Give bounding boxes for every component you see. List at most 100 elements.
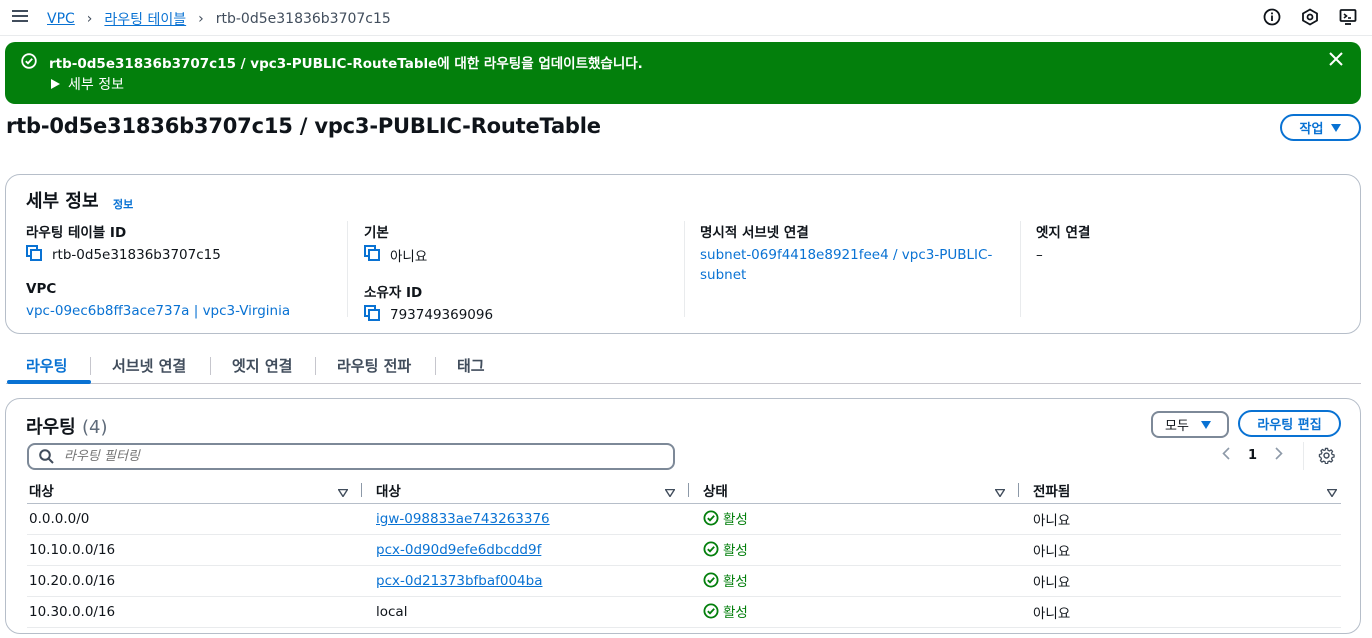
tab-edge-associations[interactable]: 엣지 연결 [232, 355, 292, 376]
column-header-label: 대상 [29, 483, 54, 500]
route-destination: 10.10.0.0/16 [27, 534, 362, 566]
route-target-cell: pcx-0d90d9efe6dbcdd9f [362, 534, 689, 566]
info-icon[interactable] [1262, 7, 1282, 27]
route-destination: 10.30.0.0/16 [27, 596, 362, 628]
column-header-label: 전파됨 [1033, 483, 1071, 500]
details-column-2: 기본 아니요 소유자 ID 793749369096 [364, 221, 493, 325]
tab-routes[interactable]: 라우팅 [26, 355, 67, 376]
top-navigation: VPC › 라우팅 테이블 › rtb-0d5e31836b3707c15 [0, 0, 1372, 36]
table-row: 10.30.0.0/16 local 활성 아니요 [27, 596, 1341, 628]
route-table-id-label: 라우팅 테이블 ID [26, 225, 127, 241]
copy-icon[interactable] [364, 245, 380, 265]
route-propagated: 아니요 [1019, 565, 1341, 597]
main-label: 기본 [364, 225, 389, 241]
chevron-right-icon[interactable] [1275, 447, 1283, 464]
flash-details-toggle[interactable]: 세부 정보 [51, 74, 124, 94]
tab-divider [315, 357, 316, 375]
sort-caret-icon[interactable] [1326, 485, 1338, 501]
pagination: 1 [1222, 447, 1283, 464]
route-filter [27, 443, 675, 470]
tab-route-propagation[interactable]: 라우팅 전파 [337, 355, 411, 376]
gear-icon[interactable] [1318, 447, 1335, 468]
route-target: local [376, 603, 408, 620]
security-icon[interactable] [1300, 7, 1320, 27]
filter-dropdown[interactable]: 모두 [1151, 411, 1229, 438]
route-target-link[interactable]: pcx-0d90d9efe6dbcdd9f [376, 542, 541, 558]
subnet-link-line1: subnet-069f4418e8921fee4 / vpc3-PUBLIC- [700, 247, 993, 263]
route-status: 활성 [723, 511, 748, 528]
success-icon [703, 510, 719, 525]
route-target-link[interactable]: pcx-0d21373bfbaf004ba [376, 573, 542, 589]
subnet-link-line2: subnet [700, 267, 747, 283]
breadcrumb-current: rtb-0d5e31836b3707c15 [215, 11, 391, 27]
tab-subnet-associations[interactable]: 서브넷 연결 [112, 355, 186, 376]
actions-button[interactable]: 작업 [1280, 114, 1361, 141]
table-row: 10.10.0.0/16 pcx-0d90d9efe6dbcdd9f 활성 아니요 [27, 534, 1341, 566]
info-link[interactable]: 정보 [113, 196, 133, 212]
subnet-link[interactable]: subnet-069f4418e8921fee4 / vpc3-PUBLIC- … [700, 245, 992, 285]
cloudshell-icon[interactable] [1338, 7, 1358, 27]
breadcrumb: VPC › 라우팅 테이블 › rtb-0d5e31836b3707c15 [47, 9, 391, 29]
page-title: rtb-0d5e31836b3707c15 / vpc3-PUBLIC-Rout… [6, 114, 601, 138]
current-page[interactable]: 1 [1248, 448, 1257, 463]
column-header-destination[interactable]: 대상 [27, 477, 362, 504]
status-badge: 활성 [703, 539, 748, 559]
main-value: 아니요 [390, 249, 428, 265]
active-tab-indicator [7, 380, 91, 384]
details-panel: 세부 정보 정보 라우팅 테이블 ID rtb-0d5e31836b3707c1… [5, 174, 1361, 334]
sort-caret-icon[interactable] [664, 485, 676, 501]
route-table-id-value: rtb-0d5e31836b3707c15 [52, 247, 221, 263]
route-target-cell: igw-098833ae743263376 [362, 503, 689, 535]
caret-right-icon [51, 79, 60, 89]
caret-down-icon [1331, 123, 1342, 132]
copy-icon[interactable] [364, 305, 380, 325]
owner-label: 소유자 ID [364, 285, 423, 301]
actions-label: 작업 [1299, 122, 1324, 137]
route-status: 활성 [723, 542, 748, 559]
vpc-link[interactable]: vpc-09ec6b8ff3ace737a | vpc3-Virginia [26, 301, 290, 321]
details-column-3: 명시적 서브넷 연결 subnet-069f4418e8921fee4 / vp… [700, 221, 992, 285]
route-propagated: 아니요 [1019, 503, 1341, 535]
route-status-cell: 활성 [689, 534, 1019, 566]
menu-icon[interactable] [12, 10, 28, 24]
column-divider [684, 221, 685, 317]
flash-message: rtb-0d5e31836b3707c15 / vpc3-PUBLIC-Rout… [49, 56, 643, 72]
route-target-cell: local [362, 596, 689, 628]
breadcrumb-vpc[interactable]: VPC [47, 11, 75, 27]
route-status: 활성 [723, 573, 748, 590]
route-filter-input[interactable] [64, 449, 624, 464]
column-header-label: 대상 [376, 483, 401, 500]
sort-caret-icon[interactable] [994, 485, 1006, 501]
route-status-cell: 활성 [689, 596, 1019, 628]
edit-routes-button[interactable]: 라우팅 편집 [1238, 410, 1341, 437]
status-badge: 활성 [703, 570, 748, 590]
route-destination: 10.20.0.0/16 [27, 565, 362, 597]
chevron-right-icon: › [198, 11, 204, 27]
tab-divider [210, 357, 211, 375]
routes-count: (4) [81, 417, 108, 438]
route-destination: 0.0.0.0/0 [27, 503, 362, 535]
flash-details-label: 세부 정보 [68, 77, 124, 93]
route-target-link[interactable]: igw-098833ae743263376 [376, 511, 550, 527]
status-badge: 활성 [703, 508, 748, 528]
route-propagated: 아니요 [1019, 596, 1341, 628]
column-header-status[interactable]: 상태 [689, 477, 1019, 504]
success-icon [703, 603, 719, 618]
sort-caret-icon[interactable] [337, 485, 349, 501]
pager-divider [1303, 442, 1304, 470]
routes-table: 대상 대상 상태 전파됨 0.0.0.0/0 igw-098833ae74326… [27, 477, 1341, 628]
edge-value: – [1036, 247, 1043, 263]
table-row: 10.20.0.0/16 pcx-0d21373bfbaf004ba 활성 아니요 [27, 565, 1341, 597]
column-header-target[interactable]: 대상 [362, 477, 689, 504]
success-icon [703, 541, 719, 556]
column-divider [1020, 221, 1021, 317]
chevron-left-icon[interactable] [1222, 447, 1230, 464]
column-header-propagated[interactable]: 전파됨 [1019, 477, 1341, 504]
breadcrumb-route-tables[interactable]: 라우팅 테이블 [104, 9, 186, 29]
close-icon[interactable] [1329, 52, 1343, 70]
route-status-cell: 활성 [689, 565, 1019, 597]
tab-tags[interactable]: 태그 [457, 355, 485, 376]
vpc-label: VPC [26, 281, 57, 297]
copy-icon[interactable] [26, 245, 42, 265]
route-status-cell: 활성 [689, 503, 1019, 535]
